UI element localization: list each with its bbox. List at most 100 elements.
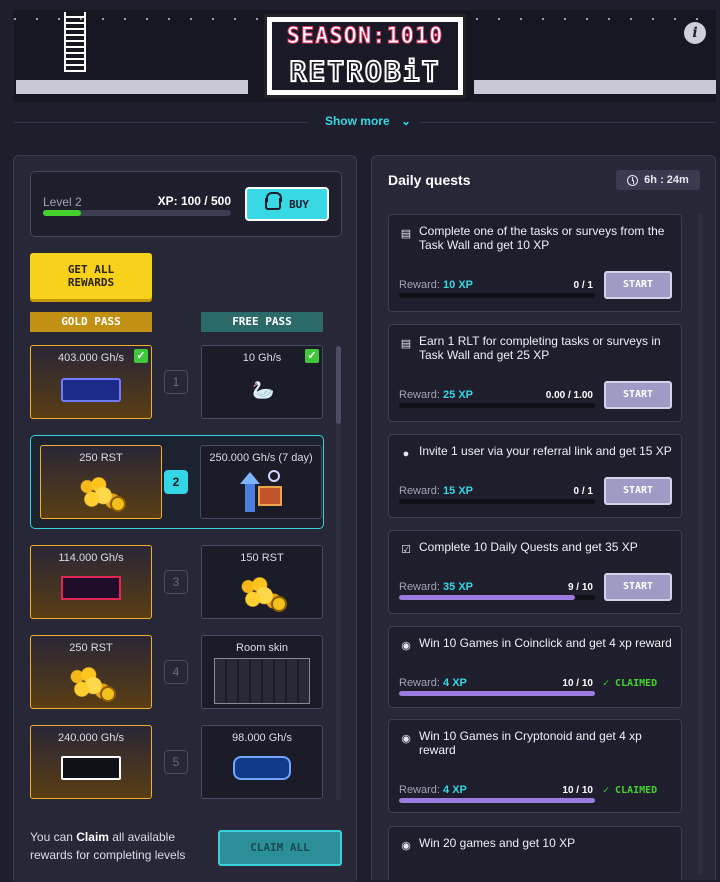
banner-wall-left bbox=[16, 80, 248, 94]
reward-label: 250 RST bbox=[79, 452, 123, 464]
quest-reward: Reward: 4 XP bbox=[399, 677, 467, 689]
coins-icon bbox=[78, 474, 126, 512]
reward-value: 4 XP bbox=[443, 784, 467, 796]
quest-card: ◉ Win 10 Games in Cryptonoid and get 4 x… bbox=[388, 719, 682, 813]
reward-label: Room skin bbox=[236, 642, 288, 654]
quest-card: ● Invite 1 user via your referral link a… bbox=[388, 434, 682, 518]
level-label: Level 2 bbox=[43, 195, 82, 209]
quest-progress-fill bbox=[399, 798, 595, 803]
gamepad-icon: ◉ bbox=[401, 840, 411, 852]
claim-hint-text: You can Claim all available rewards for … bbox=[30, 828, 200, 864]
claim-hint-prefix: You can bbox=[30, 830, 77, 844]
free-reward-card[interactable]: 98.000 Gh/s bbox=[201, 725, 323, 799]
claim-footer: You can Claim all available rewards for … bbox=[14, 816, 356, 882]
start-quest-button[interactable]: START bbox=[604, 271, 672, 299]
check-icon: ✓ bbox=[603, 678, 616, 689]
quest-text: Win 10 Games in Coinclick and get 4 xp r… bbox=[419, 636, 672, 650]
season-banner: SEASON:1010 RETROBiT i bbox=[14, 10, 716, 102]
claimed-status: ✓ CLAIMED bbox=[603, 678, 657, 689]
check-icon: ✓ bbox=[134, 349, 148, 363]
gamepad-icon: ◉ bbox=[401, 640, 411, 652]
arcade-miner-icon bbox=[61, 378, 121, 402]
reward-prefix: Reward: bbox=[399, 581, 440, 593]
clipboard-icon: ▤ bbox=[400, 228, 412, 240]
xp-progress-fill bbox=[43, 210, 81, 216]
quest-text: Complete 10 Daily Quests and get 35 XP bbox=[419, 540, 638, 554]
reward-value: 15 XP bbox=[443, 485, 473, 497]
room-skin-icon bbox=[214, 658, 310, 704]
quest-text: Invite 1 user via your referral link and… bbox=[419, 444, 672, 458]
quest-reward: Reward: 4 XP bbox=[399, 784, 467, 796]
reward-prefix: Reward: bbox=[399, 677, 440, 689]
banner-wall-right bbox=[474, 80, 716, 94]
start-quest-button[interactable]: START bbox=[604, 381, 672, 409]
reward-label: 250.000 Gh/s (7 day) bbox=[209, 452, 313, 464]
xp-progress-bar bbox=[43, 210, 231, 216]
free-pass-header: FREE PASS bbox=[201, 312, 323, 332]
battle-pass-panel: Level 2 XP: 100 / 500 BUY GET ALL REWARD… bbox=[13, 155, 357, 882]
quest-progress-bar bbox=[399, 595, 595, 600]
quests-scrollbar[interactable] bbox=[698, 214, 703, 874]
info-icon[interactable]: i bbox=[684, 22, 706, 44]
gold-reward-card[interactable]: 403.000 Gh/s ✓ bbox=[30, 345, 152, 419]
quest-progress-fill bbox=[399, 595, 576, 600]
quest-progress-text: 9 / 10 bbox=[567, 582, 593, 593]
reward-label: 10 Gh/s bbox=[242, 352, 282, 364]
free-reward-card[interactable]: Room skin bbox=[201, 635, 323, 709]
coins-icon bbox=[68, 664, 116, 702]
buy-label: BUY bbox=[289, 197, 309, 211]
reward-prefix: Reward: bbox=[399, 784, 440, 796]
level-number: 2 bbox=[164, 470, 188, 494]
gold-reward-card[interactable]: 250 RST bbox=[30, 635, 152, 709]
get-all-rewards-button[interactable]: GET ALL REWARDS bbox=[30, 253, 152, 299]
quest-progress-bar bbox=[399, 798, 595, 803]
gold-reward-card[interactable]: 114.000 Gh/s bbox=[30, 545, 152, 619]
buy-button[interactable]: BUY bbox=[245, 187, 329, 221]
gamepad-icon: ◉ bbox=[401, 733, 411, 745]
logo-season-text: SEASON:1010 bbox=[286, 24, 444, 50]
free-reward-card[interactable]: 250.000 Gh/s (7 day) bbox=[200, 445, 322, 519]
quest-progress-text: 0 / 1 bbox=[573, 486, 593, 497]
gold-reward-card[interactable]: 240.000 Gh/s bbox=[30, 725, 152, 799]
quest-progress-text: 0.00 / 1.00 bbox=[545, 390, 593, 401]
quest-reward: Reward: 10 XP bbox=[399, 279, 473, 291]
quest-card: ◉ Win 20 games and get 10 XP bbox=[388, 826, 682, 880]
gold-pass-header: GOLD PASS bbox=[30, 312, 152, 332]
start-quest-button[interactable]: START bbox=[604, 477, 672, 505]
quest-progress-text: 0 / 1 bbox=[573, 280, 593, 291]
claim-all-button[interactable]: CLAIM ALL bbox=[218, 830, 342, 866]
quest-progress-fill bbox=[399, 691, 595, 696]
banner-ladder-graphic bbox=[64, 12, 86, 72]
free-reward-card[interactable]: 10 Gh/s ✓ 🦢 bbox=[201, 345, 323, 419]
timer-text: 6h : 24m bbox=[644, 174, 689, 186]
quest-text: Complete one of the tasks or surveys fro… bbox=[419, 224, 665, 252]
reward-label: 250 RST bbox=[69, 642, 113, 654]
check-icon: ✓ bbox=[603, 785, 616, 796]
daily-quests-panel: Daily quests 6h : 24m ▤ Complete one of … bbox=[371, 155, 716, 880]
reward-label: 403.000 Gh/s bbox=[57, 352, 125, 364]
cart-icon bbox=[265, 192, 283, 210]
quest-text: Earn 1 RLT for completing tasks or surve… bbox=[419, 334, 661, 362]
level-number: 3 bbox=[164, 570, 188, 594]
show-more-button[interactable]: Show more ⌄ bbox=[0, 114, 720, 128]
rst-token-icon bbox=[100, 686, 116, 702]
gold-reward-card[interactable]: 250 RST bbox=[40, 445, 162, 519]
reward-prefix: Reward: bbox=[399, 485, 440, 497]
quest-reward: Reward: 35 XP bbox=[399, 581, 473, 593]
goose-icon: 🦢 bbox=[252, 380, 275, 400]
reward-prefix: Reward: bbox=[399, 389, 440, 401]
quest-card: ◉ Win 10 Games in Coinclick and get 4 xp… bbox=[388, 626, 682, 708]
level-number: 4 bbox=[164, 660, 188, 684]
rewards-scrollbar[interactable] bbox=[336, 346, 341, 801]
level-progress-box: Level 2 XP: 100 / 500 BUY bbox=[30, 171, 342, 237]
check-icon: ✓ bbox=[305, 349, 319, 363]
free-reward-card[interactable]: 150 RST bbox=[201, 545, 323, 619]
get-all-rewards-label: GET ALL REWARDS bbox=[67, 263, 115, 289]
quest-timer: 6h : 24m bbox=[616, 170, 700, 190]
start-quest-button[interactable]: START bbox=[604, 573, 672, 601]
scrollbar-thumb[interactable] bbox=[336, 346, 341, 424]
reward-value: 10 XP bbox=[443, 279, 473, 291]
arcade-miner-icon bbox=[61, 576, 121, 600]
miner-device-icon bbox=[233, 756, 291, 780]
show-more-label: Show more bbox=[316, 114, 398, 128]
